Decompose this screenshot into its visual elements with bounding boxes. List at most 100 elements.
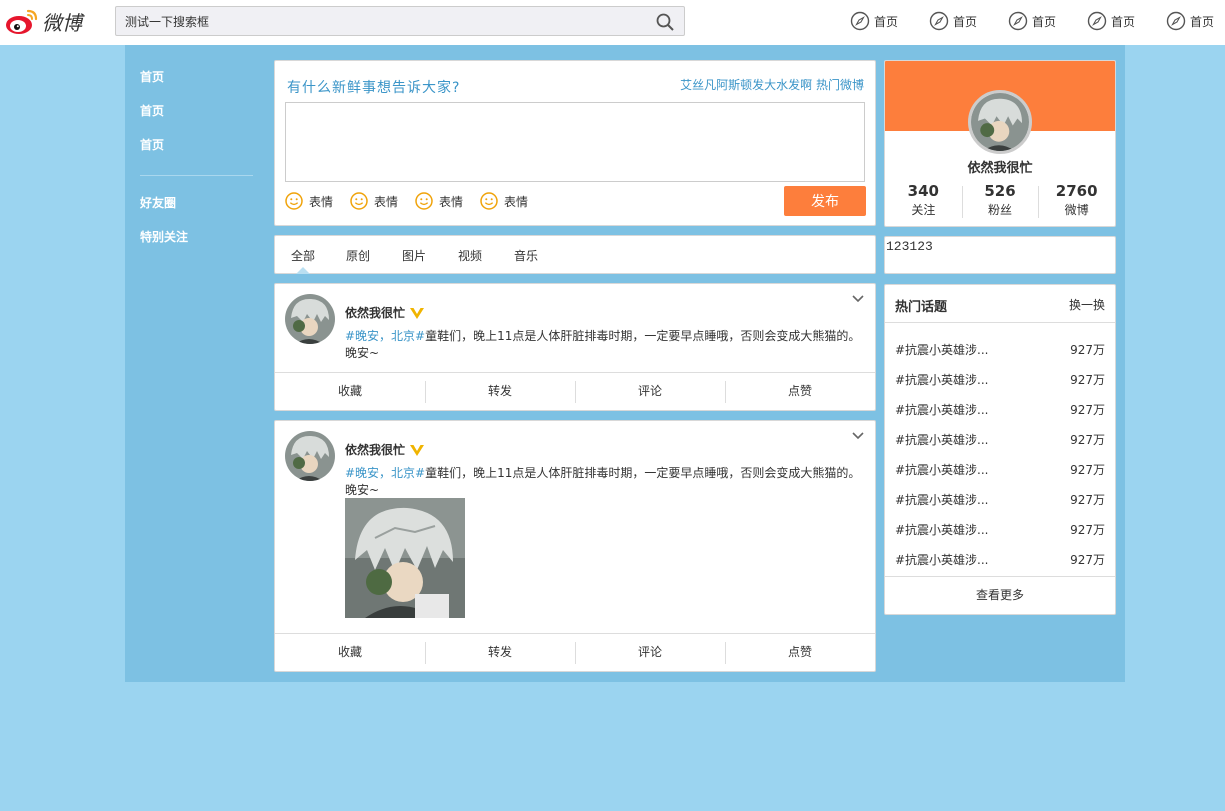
nav-home-1[interactable]: 首页 [850, 10, 929, 32]
post-hashtag[interactable]: #晚安，北京# [345, 329, 425, 343]
hot-topic-count: 927万 [1070, 523, 1105, 537]
sidebar-item-special-follow[interactable]: 特别关注 [125, 222, 265, 256]
hot-topics-header: 热门话题 换一换 [885, 285, 1115, 323]
repost-button[interactable]: 转发 [425, 634, 575, 671]
emoji-label: 表情 [309, 194, 334, 209]
stat-following[interactable]: 340 关注 [885, 182, 962, 218]
search-icon[interactable] [656, 13, 674, 31]
hot-topics-panel: 热门话题 换一换 #抗震小英雄涉... 927万 #抗震小英雄涉... 927万 #… [884, 284, 1116, 615]
emoji-button[interactable]: 表情 [285, 192, 333, 210]
chevron-down-icon[interactable] [851, 431, 865, 441]
hot-topic-item[interactable]: #抗震小英雄涉... 927万 [885, 456, 1115, 486]
tab-images[interactable]: 图片 [402, 247, 426, 264]
stat-label: 关注 [911, 203, 936, 217]
nav-home-4[interactable]: 首页 [1087, 10, 1166, 32]
nav-home-5[interactable]: 首页 [1166, 10, 1225, 32]
main-container: 首页 首页 首页 好友圈 特别关注 有什么新鲜事想告诉大家? 艾丝凡阿斯顿发大水… [125, 45, 1125, 682]
stat-followers[interactable]: 526 粉丝 [961, 182, 1039, 218]
avatar-image [285, 431, 335, 481]
left-sidebar: 首页 首页 首页 好友圈 特别关注 [125, 61, 265, 256]
weibo-logo[interactable]: 微博 [4, 3, 86, 39]
profile-card: 依然我很忙 340 关注 526 粉丝 2760 微博 [884, 60, 1116, 227]
like-button[interactable]: 点赞 [725, 373, 875, 410]
emoji-button[interactable]: 表情 [480, 192, 528, 210]
sidebar-item-home-2[interactable]: 首页 [125, 95, 265, 129]
post-composer: 有什么新鲜事想告诉大家? 艾丝凡阿斯顿发大水发啊 热门微博 表情 表情 表情 表… [274, 60, 876, 226]
profile-avatar[interactable] [968, 90, 1032, 154]
favorite-button[interactable]: 收藏 [275, 634, 425, 671]
hot-topic-name: #抗震小英雄涉... [895, 463, 989, 477]
nav-label: 首页 [1111, 14, 1136, 29]
search-input[interactable] [116, 7, 646, 35]
smiley-icon [480, 192, 498, 210]
post-hashtag[interactable]: #晚安，北京# [345, 466, 425, 480]
avatar-image [285, 294, 335, 344]
post-actions: 收藏 转发 评论 点赞 [275, 633, 875, 671]
stat-label: 粉丝 [988, 203, 1013, 217]
logo-text: 微博 [42, 10, 82, 35]
hot-topic-item[interactable]: #抗震小英雄涉... 927万 [885, 396, 1115, 426]
hot-topic-count: 927万 [1070, 373, 1105, 387]
avatar[interactable] [285, 431, 335, 481]
nav-label: 首页 [874, 14, 899, 29]
stat-posts[interactable]: 2760 微博 [1038, 182, 1115, 218]
post-author[interactable]: 依然我很忙 [345, 304, 425, 321]
favorite-button[interactable]: 收藏 [275, 373, 425, 410]
hot-topic-item[interactable]: #抗震小英雄涉... 927万 [885, 486, 1115, 516]
emoji-label: 表情 [439, 194, 464, 209]
like-button[interactable]: 点赞 [725, 634, 875, 671]
publish-button[interactable]: 发布 [784, 186, 866, 216]
hot-topic-name: #抗震小英雄涉... [895, 373, 989, 387]
hot-topic-name: #抗震小英雄涉... [895, 493, 989, 507]
tab-music[interactable]: 音乐 [514, 247, 538, 264]
repost-button[interactable]: 转发 [425, 373, 575, 410]
emoji-row: 表情 表情 表情 表情 [285, 192, 545, 210]
post-content: #晚安，北京#童鞋们，晚上11点是人体肝脏排毒时期，一定要早点睡哦，否则会变成大… [345, 465, 867, 499]
refresh-topics-button[interactable]: 换一换 [1069, 296, 1105, 313]
post-image[interactable] [345, 498, 465, 618]
avatar[interactable] [285, 294, 335, 344]
emoji-button[interactable]: 表情 [415, 192, 463, 210]
comment-button[interactable]: 评论 [575, 373, 725, 410]
hot-topic-item[interactable]: #抗震小英雄涉... 927万 [885, 336, 1115, 366]
comment-button[interactable]: 评论 [575, 634, 725, 671]
hot-topic-name: #抗震小英雄涉... [895, 403, 989, 417]
hot-topic-name: #抗震小英雄涉... [895, 553, 989, 567]
compass-icon [1008, 11, 1028, 31]
active-tab-indicator [296, 267, 310, 274]
emoji-label: 表情 [504, 194, 529, 209]
stat-number: 2760 [1055, 182, 1098, 200]
nav-home-2[interactable]: 首页 [929, 10, 1008, 32]
hot-topic-item[interactable]: #抗震小英雄涉... 927万 [885, 426, 1115, 456]
hot-topic-item[interactable]: #抗震小英雄涉... 927万 [885, 366, 1115, 396]
composer-link-hot[interactable]: 热门微博 [816, 78, 864, 92]
smiley-icon [285, 192, 303, 210]
nav-label: 首页 [953, 14, 978, 29]
tab-original[interactable]: 原创 [346, 247, 370, 264]
nav-label: 首页 [1190, 14, 1215, 29]
sidebar-item-home-3[interactable]: 首页 [125, 129, 265, 163]
compass-icon [1087, 11, 1107, 31]
nav-home-3[interactable]: 首页 [1008, 10, 1087, 32]
post-textarea[interactable] [285, 102, 865, 182]
hot-topic-item[interactable]: #抗震小英雄涉... 927万 [885, 516, 1115, 546]
sidebar-item-friends[interactable]: 好友圈 [125, 188, 265, 222]
search-box [115, 6, 685, 36]
post-actions: 收藏 转发 评论 点赞 [275, 372, 875, 410]
emoji-label: 表情 [374, 194, 399, 209]
top-bar: 微博 首页 首页 首页 首页 首页 [0, 0, 1225, 45]
hot-topic-item[interactable]: #抗震小英雄涉... 927万 [885, 546, 1115, 576]
chevron-down-icon[interactable] [851, 294, 865, 304]
feed-post: 依然我很忙 #晚安，北京#童鞋们，晚上11点是人体肝脏排毒时期，一定要早点睡哦，… [274, 420, 876, 672]
view-more-button[interactable]: 查看更多 [885, 576, 1115, 614]
post-author[interactable]: 依然我很忙 [345, 441, 425, 458]
tab-all[interactable]: 全部 [291, 247, 315, 264]
post-author-name: 依然我很忙 [345, 443, 406, 457]
sidebar-item-home-1[interactable]: 首页 [125, 61, 265, 95]
compass-icon [850, 11, 870, 31]
tab-videos[interactable]: 视频 [458, 247, 482, 264]
emoji-button[interactable]: 表情 [350, 192, 398, 210]
post-author-name: 依然我很忙 [345, 306, 406, 320]
profile-name[interactable]: 依然我很忙 [885, 157, 1115, 176]
composer-link-topic[interactable]: 艾丝凡阿斯顿发大水发啊 [680, 78, 812, 92]
